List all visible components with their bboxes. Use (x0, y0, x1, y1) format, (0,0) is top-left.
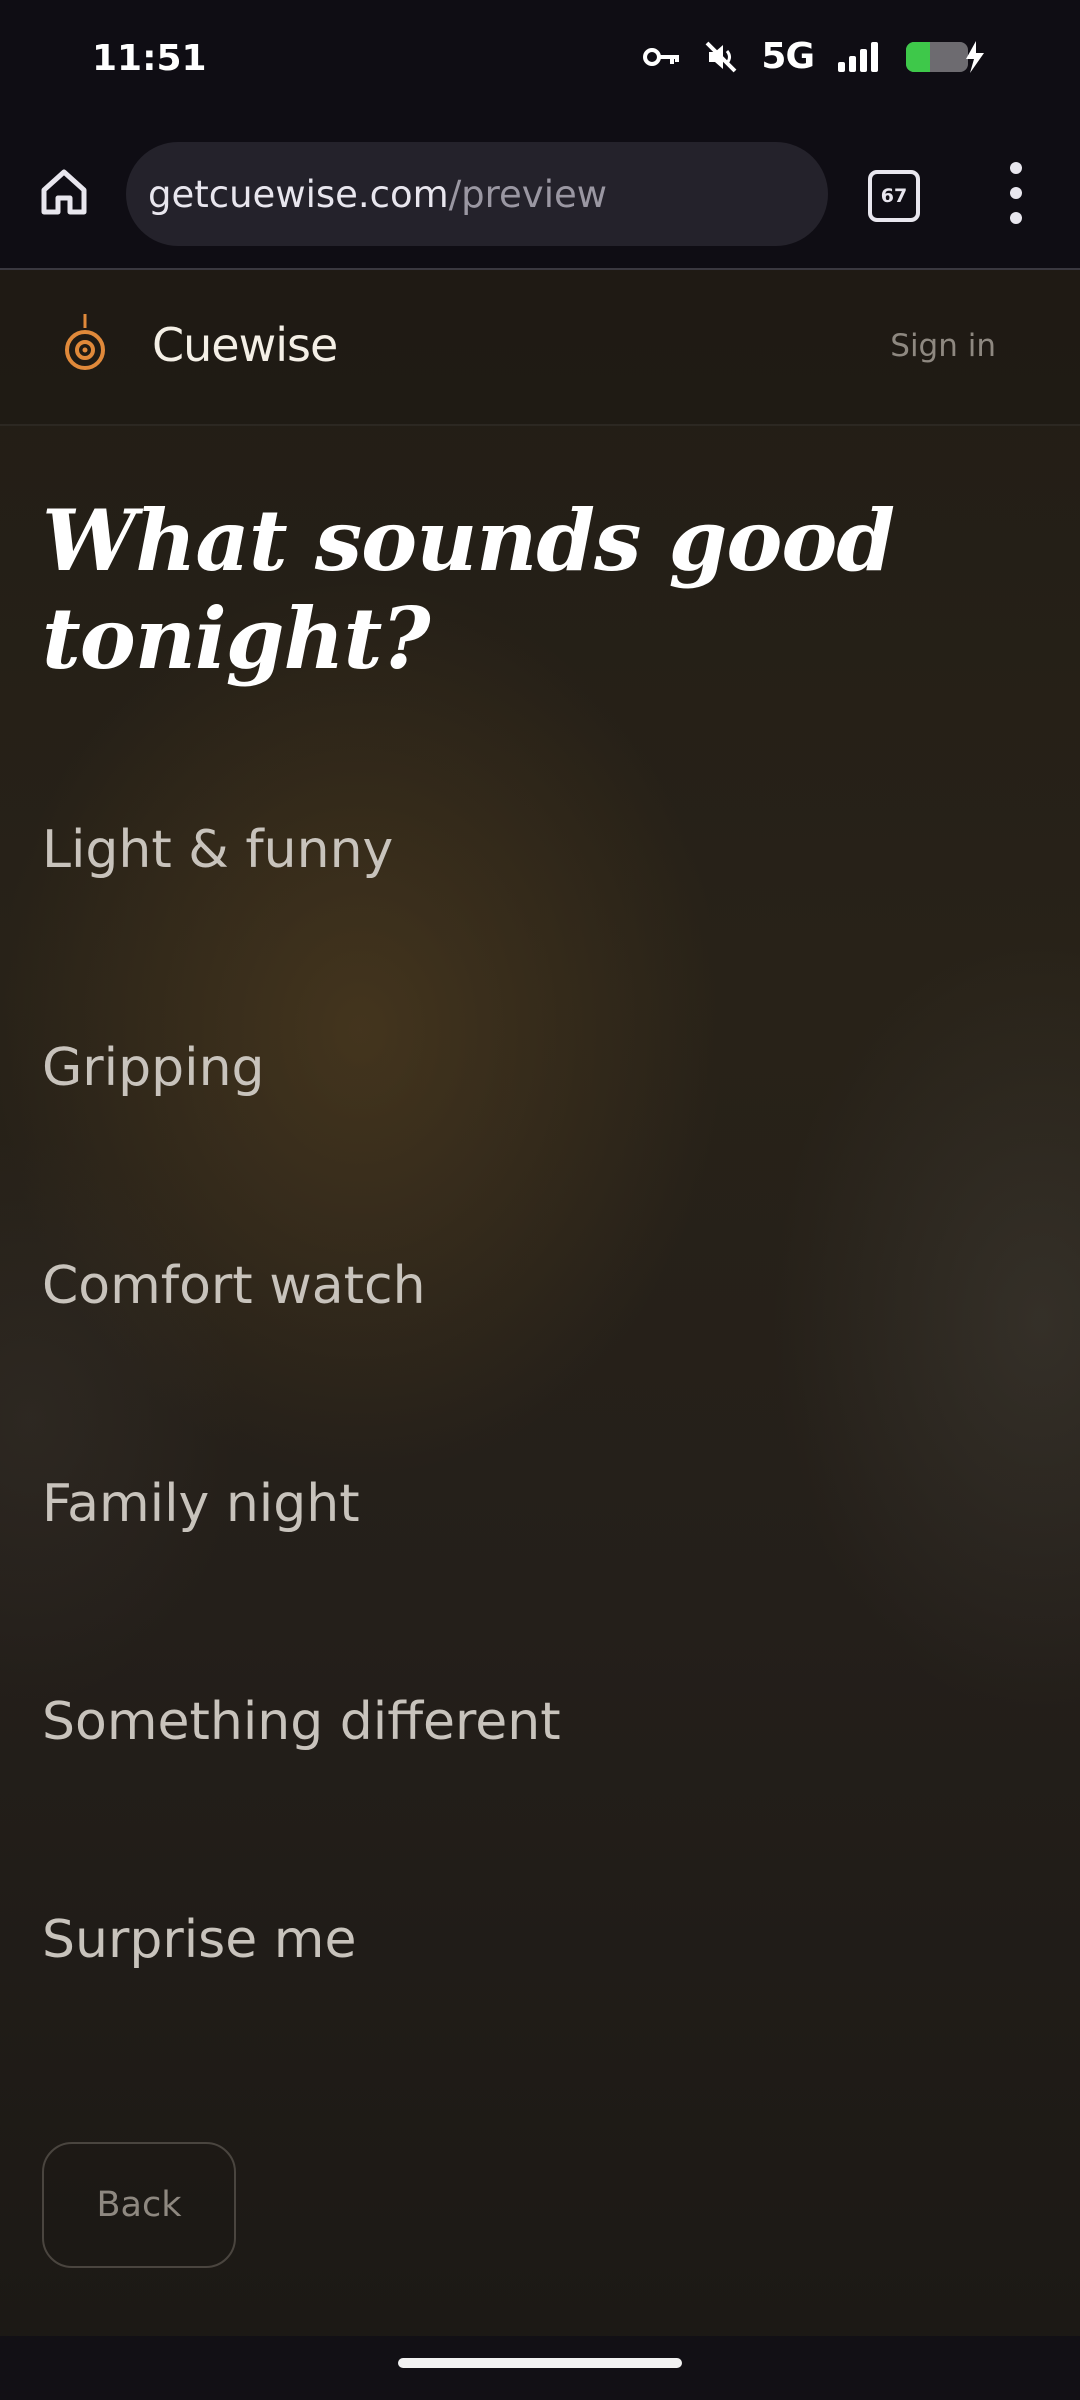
status-time: 11:51 (92, 38, 207, 79)
brand-name[interactable]: Cuewise (152, 318, 338, 372)
option-light-funny[interactable]: Light & funny (42, 820, 393, 880)
url-text: getcuewise.com/preview (148, 173, 607, 216)
vpn-key-icon (643, 44, 681, 70)
option-something-different[interactable]: Something different (42, 1692, 561, 1752)
tab-switcher-button[interactable]: 67 (868, 170, 920, 222)
battery-charging-icon (904, 39, 988, 75)
home-button[interactable] (36, 164, 92, 220)
status-icons: 5G (643, 36, 988, 77)
page-content: Cuewise Sign in What sounds good tonight… (0, 270, 1080, 2336)
option-comfort-watch[interactable]: Comfort watch (42, 1256, 426, 1316)
url-domain: getcuewise.com (148, 172, 449, 216)
mute-icon (703, 39, 739, 75)
url-path: /preview (448, 172, 608, 216)
menu-dot-icon (1010, 187, 1022, 199)
address-bar[interactable]: getcuewise.com/preview (126, 142, 828, 246)
signal-icon (836, 40, 882, 74)
browser-toolbar: getcuewise.com/preview 67 (0, 130, 1080, 270)
home-icon (41, 169, 87, 215)
home-gesture-handle[interactable] (398, 2358, 682, 2368)
menu-dot-icon (1010, 162, 1022, 174)
cuewise-logo-icon[interactable] (56, 312, 114, 380)
back-button[interactable]: Back (42, 2142, 236, 2268)
sign-in-link[interactable]: Sign in (890, 328, 996, 364)
option-family-night[interactable]: Family night (42, 1474, 360, 1534)
more-menu-button[interactable] (1000, 162, 1034, 224)
option-surprise-me[interactable]: Surprise me (42, 1910, 356, 1970)
gesture-nav-area (0, 2336, 1080, 2400)
status-bar: 11:51 5G (0, 0, 1080, 130)
site-header: Cuewise Sign in (0, 270, 1080, 426)
page-title: What sounds good tonight? (42, 491, 895, 688)
menu-dot-icon (1010, 212, 1022, 224)
option-gripping[interactable]: Gripping (42, 1038, 265, 1098)
network-type: 5G (761, 36, 815, 77)
